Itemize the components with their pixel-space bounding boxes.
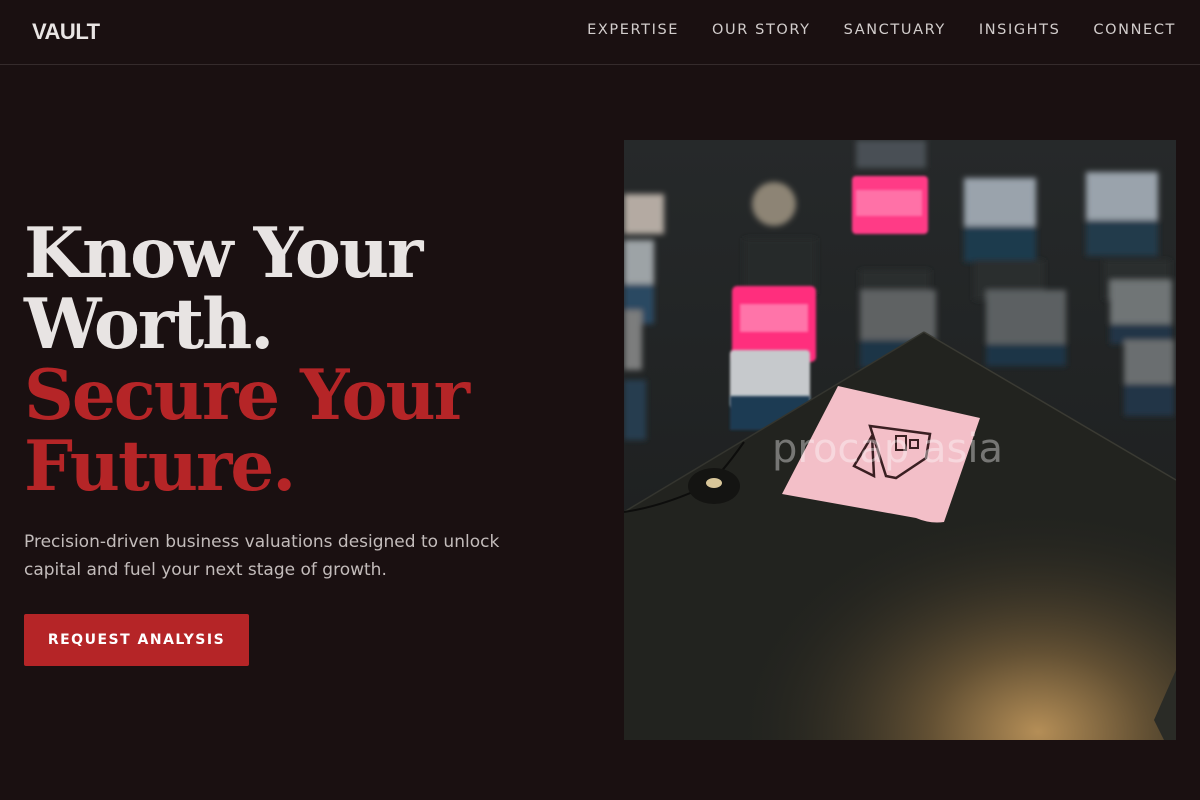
headline-line-2: Worth.	[24, 284, 274, 365]
top-navigation-bar: VAULT EXPERTISE OUR STORY SANCTUARY INSI…	[0, 0, 1200, 65]
main-nav: EXPERTISE OUR STORY SANCTUARY INSIGHTS C…	[587, 22, 1176, 38]
headline-line-3: Secure Your	[24, 355, 470, 436]
hero-headline: Know Your Worth. Secure Your Future.	[24, 213, 470, 507]
vault-logo[interactable]: VAULT	[32, 19, 100, 45]
image-watermark: procap asia	[772, 426, 1003, 472]
headline-line-4: Future.	[24, 426, 296, 507]
hero-image-illustration: procap asia	[624, 140, 1176, 740]
hero-image: procap asia	[624, 140, 1176, 740]
nav-connect[interactable]: CONNECT	[1093, 22, 1176, 38]
nav-expertise[interactable]: EXPERTISE	[587, 22, 679, 38]
request-analysis-button[interactable]: REQUEST ANALYSIS	[24, 614, 249, 666]
hero-subtitle: Precision-driven business valuations des…	[24, 532, 500, 580]
nav-our-story[interactable]: OUR STORY	[712, 22, 811, 38]
nav-insights[interactable]: INSIGHTS	[979, 22, 1061, 38]
nav-sanctuary[interactable]: SANCTUARY	[844, 22, 946, 38]
headline-line-1: Know Your	[24, 213, 423, 294]
